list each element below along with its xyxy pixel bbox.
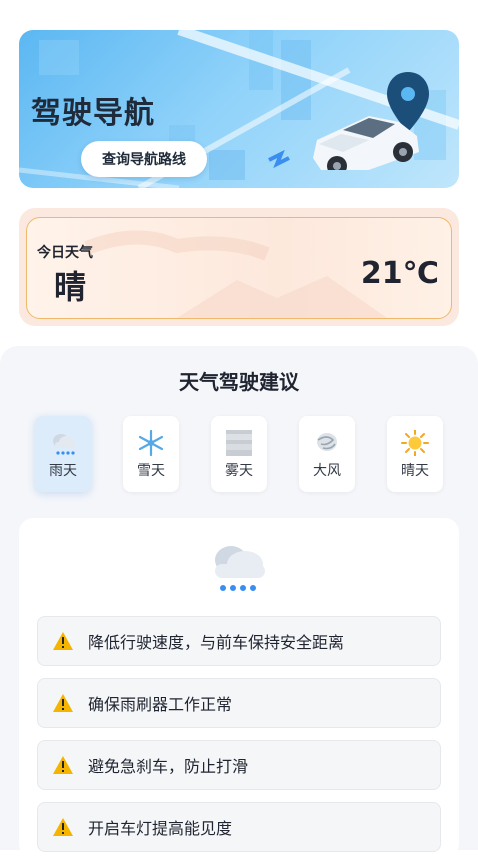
weather-label: 今日天气 — [37, 245, 93, 261]
warning-icon — [53, 632, 73, 650]
route-query-button[interactable]: 查询导航路线 — [81, 141, 207, 177]
tab-label: 雾天 — [225, 463, 253, 479]
tip-text: 降低行驶速度，与前车保持安全距离 — [88, 633, 345, 652]
tab-sunny[interactable]: 晴天 — [387, 416, 443, 492]
tab-label: 大风 — [313, 463, 341, 479]
tab-wind[interactable]: 大风 — [299, 416, 355, 492]
tip-item: 确保雨刷器工作正常 — [37, 678, 441, 728]
tab-rain[interactable]: 雨天 — [35, 416, 91, 492]
warning-icon — [53, 756, 73, 774]
sun-icon — [401, 430, 429, 456]
tab-fog[interactable]: 雾天 — [211, 416, 267, 492]
banner-title: 驾驶导航 — [31, 96, 155, 131]
tab-snow[interactable]: 雪天 — [123, 416, 179, 492]
warning-icon — [53, 694, 73, 712]
tips-card: 降低行驶速度，与前车保持安全距离 确保雨刷器工作正常 避免急刹车，防止打滑 开启… — [19, 518, 459, 858]
rain-cloud-icon — [49, 430, 77, 456]
tip-text: 确保雨刷器工作正常 — [88, 695, 233, 714]
snowflake-icon — [137, 430, 165, 456]
advice-title: 天气驾驶建议 — [179, 370, 299, 394]
warning-icon — [53, 818, 73, 836]
tip-item: 开启车灯提高能见度 — [37, 802, 441, 852]
fog-icon — [225, 430, 253, 456]
navigation-banner[interactable]: 驾驶导航 查询导航路线 — [19, 30, 459, 188]
tip-text: 避免急刹车，防止打滑 — [88, 757, 249, 776]
wind-icon — [313, 430, 341, 456]
weather-panel: 今日天气 晴 21℃ — [26, 217, 452, 319]
tab-label: 雨天 — [49, 463, 77, 479]
weather-temperature: 21℃ — [360, 256, 439, 291]
driving-advice-section: 天气驾驶建议 雨天 雪天 雾天 大风 晴天 降低行驶速度，与前车保持安全距离 确… — [0, 346, 478, 858]
rain-cloud-icon — [215, 546, 265, 591]
tip-item: 避免急刹车，防止打滑 — [37, 740, 441, 790]
car-icon — [313, 72, 429, 170]
weather-condition: 晴 — [54, 268, 87, 306]
tab-label: 雪天 — [137, 463, 165, 479]
tip-text: 开启车灯提高能见度 — [88, 819, 233, 838]
weather-card: 今日天气 晴 21℃ — [19, 208, 459, 326]
tip-item: 降低行驶速度，与前车保持安全距离 — [37, 616, 441, 666]
tab-label: 晴天 — [401, 463, 429, 479]
